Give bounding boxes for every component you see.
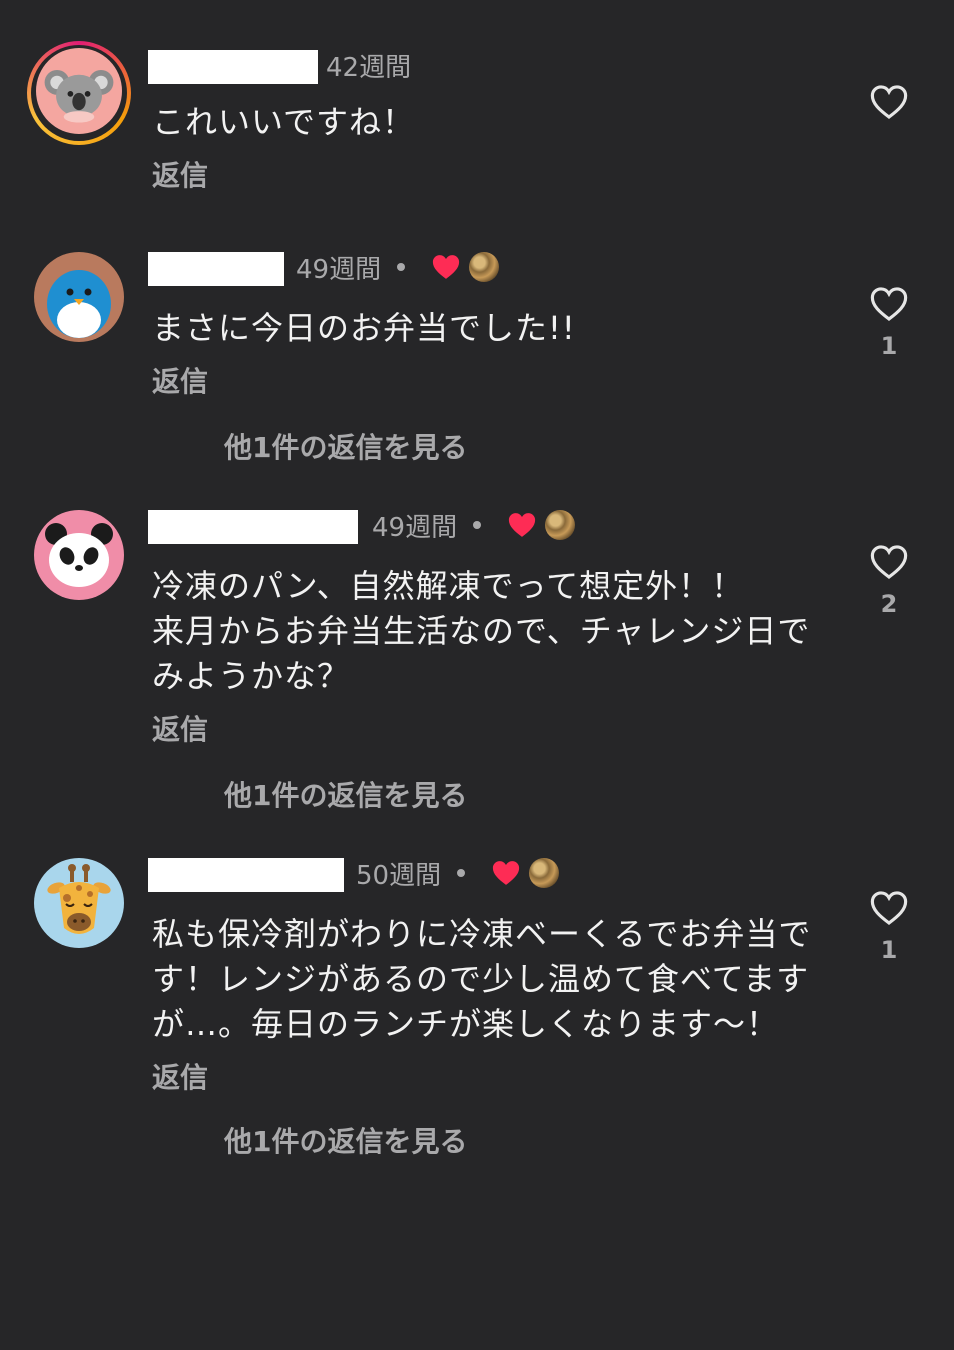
comment-time: 50週間 <box>356 860 442 891</box>
heart-outline-icon <box>870 287 908 322</box>
penguin-avatar-icon[interactable] <box>34 252 124 342</box>
giraffe-avatar-icon[interactable] <box>34 858 124 948</box>
comment-text: まさに今日のお弁当でした!! <box>152 309 576 347</box>
reply-button[interactable]: 返信 <box>152 360 208 400</box>
creator-avatar-icon <box>469 252 500 282</box>
reply-button[interactable]: 返信 <box>152 154 208 194</box>
like-count: 2 <box>880 590 898 618</box>
username-redacted[interactable] <box>148 510 358 544</box>
comment-text: 私も保冷剤がわりに冷凍ベーくるでお弁当で す！レンジがあるので少し温めて食べてま… <box>152 915 812 1043</box>
like-count: 1 <box>880 936 898 964</box>
koala-avatar-icon[interactable] <box>36 48 122 134</box>
reply-button[interactable]: 返信 <box>152 1056 208 1096</box>
creator-liked-heart-icon <box>432 255 460 279</box>
heart-outline-icon <box>870 85 908 120</box>
panda-avatar-icon[interactable] <box>34 510 124 600</box>
view-more-replies[interactable]: 他1件の返信を見る <box>224 1120 467 1160</box>
heart-outline-icon <box>870 891 908 926</box>
creator-avatar-icon <box>529 858 560 888</box>
comment-text: これいいですね！ <box>152 103 416 141</box>
like-button[interactable]: 2 <box>862 544 916 618</box>
comment-time: 49週間 <box>296 254 382 285</box>
creator-liked-heart-icon <box>508 513 536 537</box>
like-count: 1 <box>880 332 898 360</box>
username-redacted[interactable] <box>148 858 344 892</box>
username-redacted[interactable] <box>148 252 284 286</box>
comment-text: 冷凍のパン、自然解凍でって想定外！！ 来月からお弁当生活なので、チャレンジ日で … <box>152 567 811 695</box>
creator-avatar-icon <box>545 510 576 540</box>
comment-time: 49週間 <box>372 512 458 543</box>
creator-liked-heart-icon <box>492 861 520 885</box>
username-redacted[interactable] <box>148 50 318 84</box>
heart-outline-icon <box>870 545 908 580</box>
separator-dot <box>473 521 482 529</box>
reply-button[interactable]: 返信 <box>152 708 208 748</box>
separator-dot <box>457 869 466 877</box>
separator-dot <box>397 263 406 271</box>
view-more-replies[interactable]: 他1件の返信を見る <box>224 426 467 466</box>
comment-meta: 42週間 <box>326 48 412 83</box>
view-more-replies[interactable]: 他1件の返信を見る <box>224 774 467 814</box>
comment-meta: 49週間 <box>296 250 500 285</box>
like-button[interactable]: 1 <box>862 286 916 360</box>
like-button[interactable]: 1 <box>862 890 916 964</box>
like-button[interactable] <box>862 84 916 120</box>
comment-meta: 49週間 <box>372 508 576 543</box>
comment-time: 42週間 <box>326 52 412 83</box>
comment-meta: 50週間 <box>356 856 560 891</box>
